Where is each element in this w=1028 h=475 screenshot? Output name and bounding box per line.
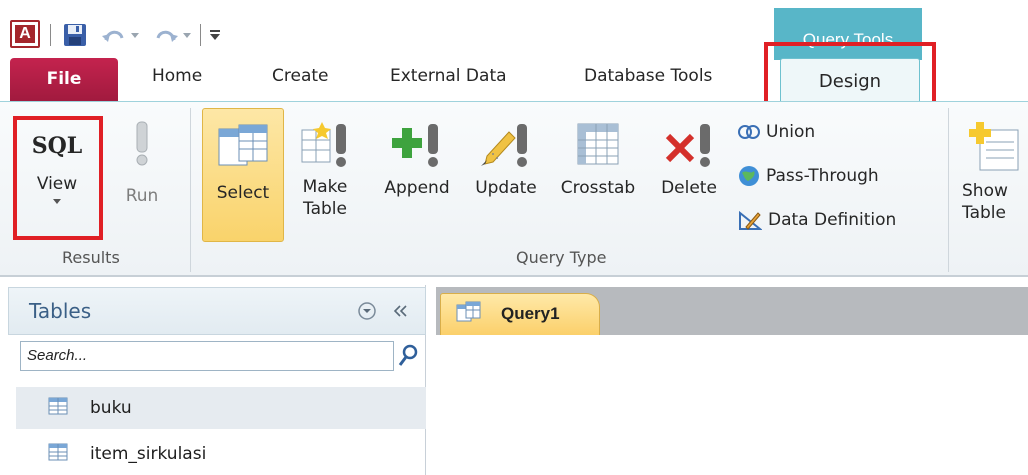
nav-pane-title[interactable]: Tables: [29, 299, 91, 323]
group-divider-2: [948, 108, 949, 272]
tab-home[interactable]: Home: [152, 66, 202, 86]
access-logo-letter: A: [15, 25, 35, 43]
ribbon: SQL View Run Results Select Make Table A…: [0, 101, 1028, 277]
nav-item-label: buku: [90, 398, 132, 418]
run-icon: [136, 121, 148, 166]
document-area: Query1: [436, 285, 1028, 475]
data-definition-button[interactable]: Data Definition: [738, 206, 896, 234]
table-icon: [48, 397, 68, 415]
globe-icon: [739, 166, 759, 186]
qat-separator-2: [200, 24, 201, 46]
delete-label: Delete: [661, 178, 717, 198]
results-group-label: Results: [62, 248, 120, 267]
append-label: Append: [384, 178, 450, 198]
query-icon: [456, 301, 481, 322]
delete-button[interactable]: Delete: [652, 120, 726, 200]
undo-icon[interactable]: [100, 26, 128, 48]
tab-database-tools[interactable]: Database Tools: [584, 66, 712, 86]
make-table-label-line1: Make: [302, 177, 348, 197]
show-table-label-line1: Show: [962, 181, 1008, 201]
navigation-pane: Tables Search... buku item_sirkulasi: [8, 285, 426, 475]
nav-menu-chevron-icon[interactable]: [357, 301, 377, 321]
update-button[interactable]: Update: [464, 120, 548, 200]
union-button[interactable]: Union: [738, 118, 815, 146]
crosstab-button[interactable]: Crosstab: [552, 120, 644, 200]
nav-item-buku[interactable]: buku: [16, 387, 426, 429]
crosstab-icon: [577, 123, 619, 165]
collapse-pane-icon[interactable]: [391, 302, 411, 320]
update-icon: [481, 124, 527, 167]
make-table-button[interactable]: Make Table: [292, 120, 358, 220]
select-label: Select: [216, 183, 270, 203]
nav-item-label: item_sirkulasi: [90, 444, 207, 464]
run-label: Run: [125, 186, 159, 206]
document-tab-bar: Query1: [436, 287, 1028, 335]
tab-query1[interactable]: Query1: [440, 293, 600, 335]
append-icon: [392, 124, 438, 167]
pass-through-button[interactable]: Pass-Through: [738, 162, 879, 190]
table-icon: [48, 443, 68, 461]
select-query-button[interactable]: Select: [202, 108, 284, 242]
show-table-label-line2: Table: [962, 203, 1006, 223]
nav-pane-header: Tables: [8, 287, 426, 335]
make-table-label-line2: Table: [303, 199, 347, 219]
crosstab-label: Crosstab: [560, 178, 636, 198]
tab-create[interactable]: Create: [272, 66, 329, 86]
run-button[interactable]: Run: [112, 120, 172, 208]
make-table-label: Make Table: [292, 176, 358, 220]
show-table-label: Show Table: [962, 180, 1028, 224]
customize-qat-icon[interactable]: [208, 28, 222, 42]
union-icon: [738, 125, 760, 139]
redo-dropdown-icon[interactable]: [182, 32, 192, 40]
update-label: Update: [475, 178, 537, 198]
sql-view-highlight: [13, 116, 103, 240]
search-icon[interactable]: [396, 341, 422, 371]
query-type-group-label: Query Type: [516, 248, 607, 267]
show-table-button[interactable]: Show Table: [962, 120, 1028, 224]
pass-through-label: Pass-Through: [766, 166, 879, 186]
append-button[interactable]: Append: [372, 120, 462, 200]
tab-file[interactable]: File: [10, 58, 118, 102]
qat-separator: [50, 24, 51, 46]
nav-item-item-sirkulasi[interactable]: item_sirkulasi: [16, 433, 426, 475]
data-definition-icon: [739, 210, 762, 230]
save-icon[interactable]: [62, 22, 88, 48]
select-query-icon: [218, 124, 268, 166]
access-logo-icon[interactable]: A: [10, 20, 40, 48]
query1-label: Query1: [501, 304, 560, 323]
search-input[interactable]: Search...: [20, 341, 394, 371]
delete-icon: [665, 124, 710, 167]
show-table-icon: [969, 122, 1019, 171]
group-divider: [190, 108, 191, 272]
tab-external-data[interactable]: External Data: [390, 66, 507, 86]
union-label: Union: [766, 122, 816, 142]
data-definition-label: Data Definition: [768, 210, 897, 230]
design-tab-highlight: [764, 42, 936, 110]
undo-dropdown-icon[interactable]: [130, 32, 140, 40]
make-table-icon: [301, 122, 346, 167]
redo-icon[interactable]: [152, 26, 180, 48]
